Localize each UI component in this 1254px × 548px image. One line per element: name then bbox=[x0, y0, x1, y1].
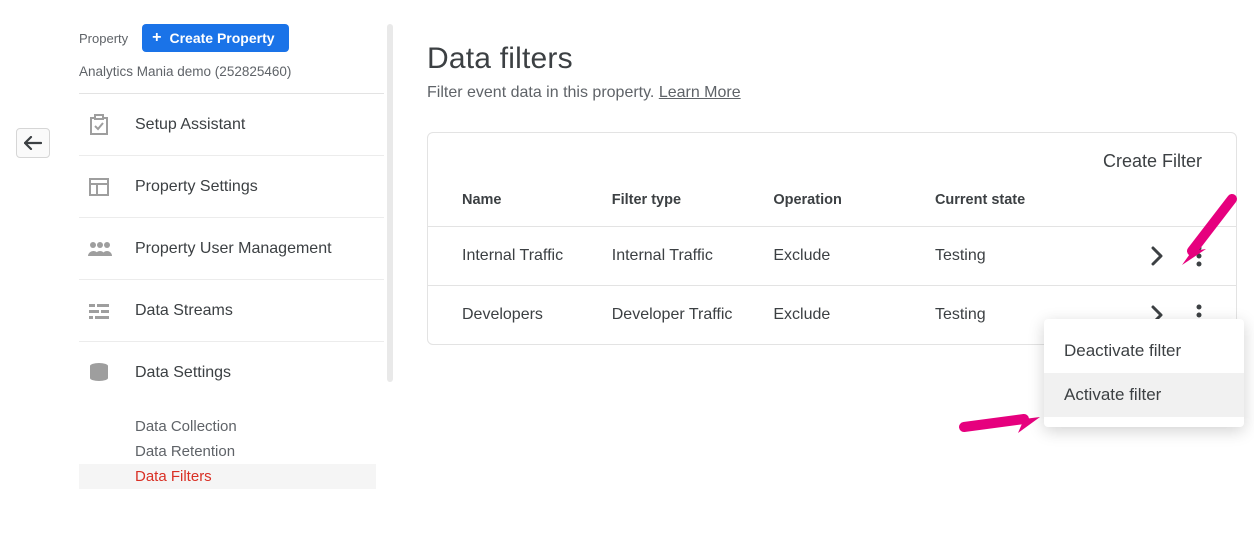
plus-icon: + bbox=[152, 30, 161, 46]
table-row[interactable]: Internal Traffic Internal Traffic Exclud… bbox=[428, 227, 1236, 286]
annotation-arrow-icon bbox=[956, 403, 1046, 443]
learn-more-link[interactable]: Learn More bbox=[659, 84, 741, 101]
checkbox-icon bbox=[85, 113, 113, 137]
sub-nav: Data Collection Data Retention Data Filt… bbox=[79, 404, 384, 489]
chevron-right-icon[interactable] bbox=[1150, 245, 1164, 267]
create-filter-button[interactable]: Create Filter bbox=[1103, 151, 1202, 172]
description-text: Filter event data in this property. bbox=[427, 84, 659, 101]
cell-operation: Exclude bbox=[767, 227, 929, 286]
kebab-menu-icon[interactable] bbox=[1196, 245, 1202, 267]
cell-name: Developers bbox=[428, 286, 606, 345]
row-context-menu: Deactivate filter Activate filter bbox=[1044, 319, 1244, 427]
subnav-data-collection[interactable]: Data Collection bbox=[79, 414, 384, 439]
subnav-data-filters[interactable]: Data Filters bbox=[79, 464, 376, 489]
page-title: Data filters bbox=[427, 42, 1237, 76]
back-button[interactable] bbox=[16, 128, 50, 158]
nav-label: Data Settings bbox=[135, 364, 231, 382]
nav-data-settings[interactable]: Data Settings bbox=[79, 342, 384, 404]
create-property-label: Create Property bbox=[169, 30, 274, 46]
menu-activate-filter[interactable]: Activate filter bbox=[1044, 373, 1244, 417]
property-label: Property bbox=[79, 31, 128, 46]
nav-data-streams[interactable]: Data Streams bbox=[79, 280, 384, 342]
nav-label: Property User Management bbox=[135, 240, 332, 258]
create-property-button[interactable]: + Create Property bbox=[142, 24, 288, 52]
col-name: Name bbox=[428, 182, 606, 227]
main-content: Data filters Filter event data in this p… bbox=[427, 42, 1237, 345]
nav-setup-assistant[interactable]: Setup Assistant bbox=[79, 94, 384, 156]
card-header: Create Filter bbox=[428, 133, 1236, 182]
col-operation: Operation bbox=[767, 182, 929, 227]
users-icon bbox=[85, 240, 113, 258]
table-header-row: Name Filter type Operation Current state bbox=[428, 182, 1236, 227]
cell-operation: Exclude bbox=[767, 286, 929, 345]
cell-type: Internal Traffic bbox=[606, 227, 768, 286]
layout-icon bbox=[85, 175, 113, 199]
cell-type: Developer Traffic bbox=[606, 286, 768, 345]
database-icon bbox=[85, 362, 113, 384]
subnav-data-retention[interactable]: Data Retention bbox=[79, 439, 384, 464]
streams-icon bbox=[85, 302, 113, 320]
property-header: Property + Create Property bbox=[79, 24, 384, 64]
sidebar: Property + Create Property Analytics Man… bbox=[79, 24, 384, 489]
nav-label: Setup Assistant bbox=[135, 116, 245, 134]
nav-label: Property Settings bbox=[135, 178, 258, 196]
nav-property-settings[interactable]: Property Settings bbox=[79, 156, 384, 218]
page-description: Filter event data in this property. Lear… bbox=[427, 84, 1237, 102]
row-actions bbox=[1097, 245, 1230, 267]
col-type: Filter type bbox=[606, 182, 768, 227]
filters-card: Create Filter Name Filter type Operation… bbox=[427, 132, 1237, 345]
nav-label: Data Streams bbox=[135, 302, 233, 320]
menu-deactivate-filter[interactable]: Deactivate filter bbox=[1044, 329, 1244, 373]
property-subtitle: Analytics Mania demo (252825460) bbox=[79, 64, 384, 94]
cell-state: Testing bbox=[929, 227, 1091, 286]
cell-name: Internal Traffic bbox=[428, 227, 606, 286]
back-arrow-icon bbox=[24, 136, 42, 150]
scrollbar[interactable] bbox=[387, 24, 393, 382]
col-state: Current state bbox=[929, 182, 1091, 227]
nav-user-management[interactable]: Property User Management bbox=[79, 218, 384, 280]
